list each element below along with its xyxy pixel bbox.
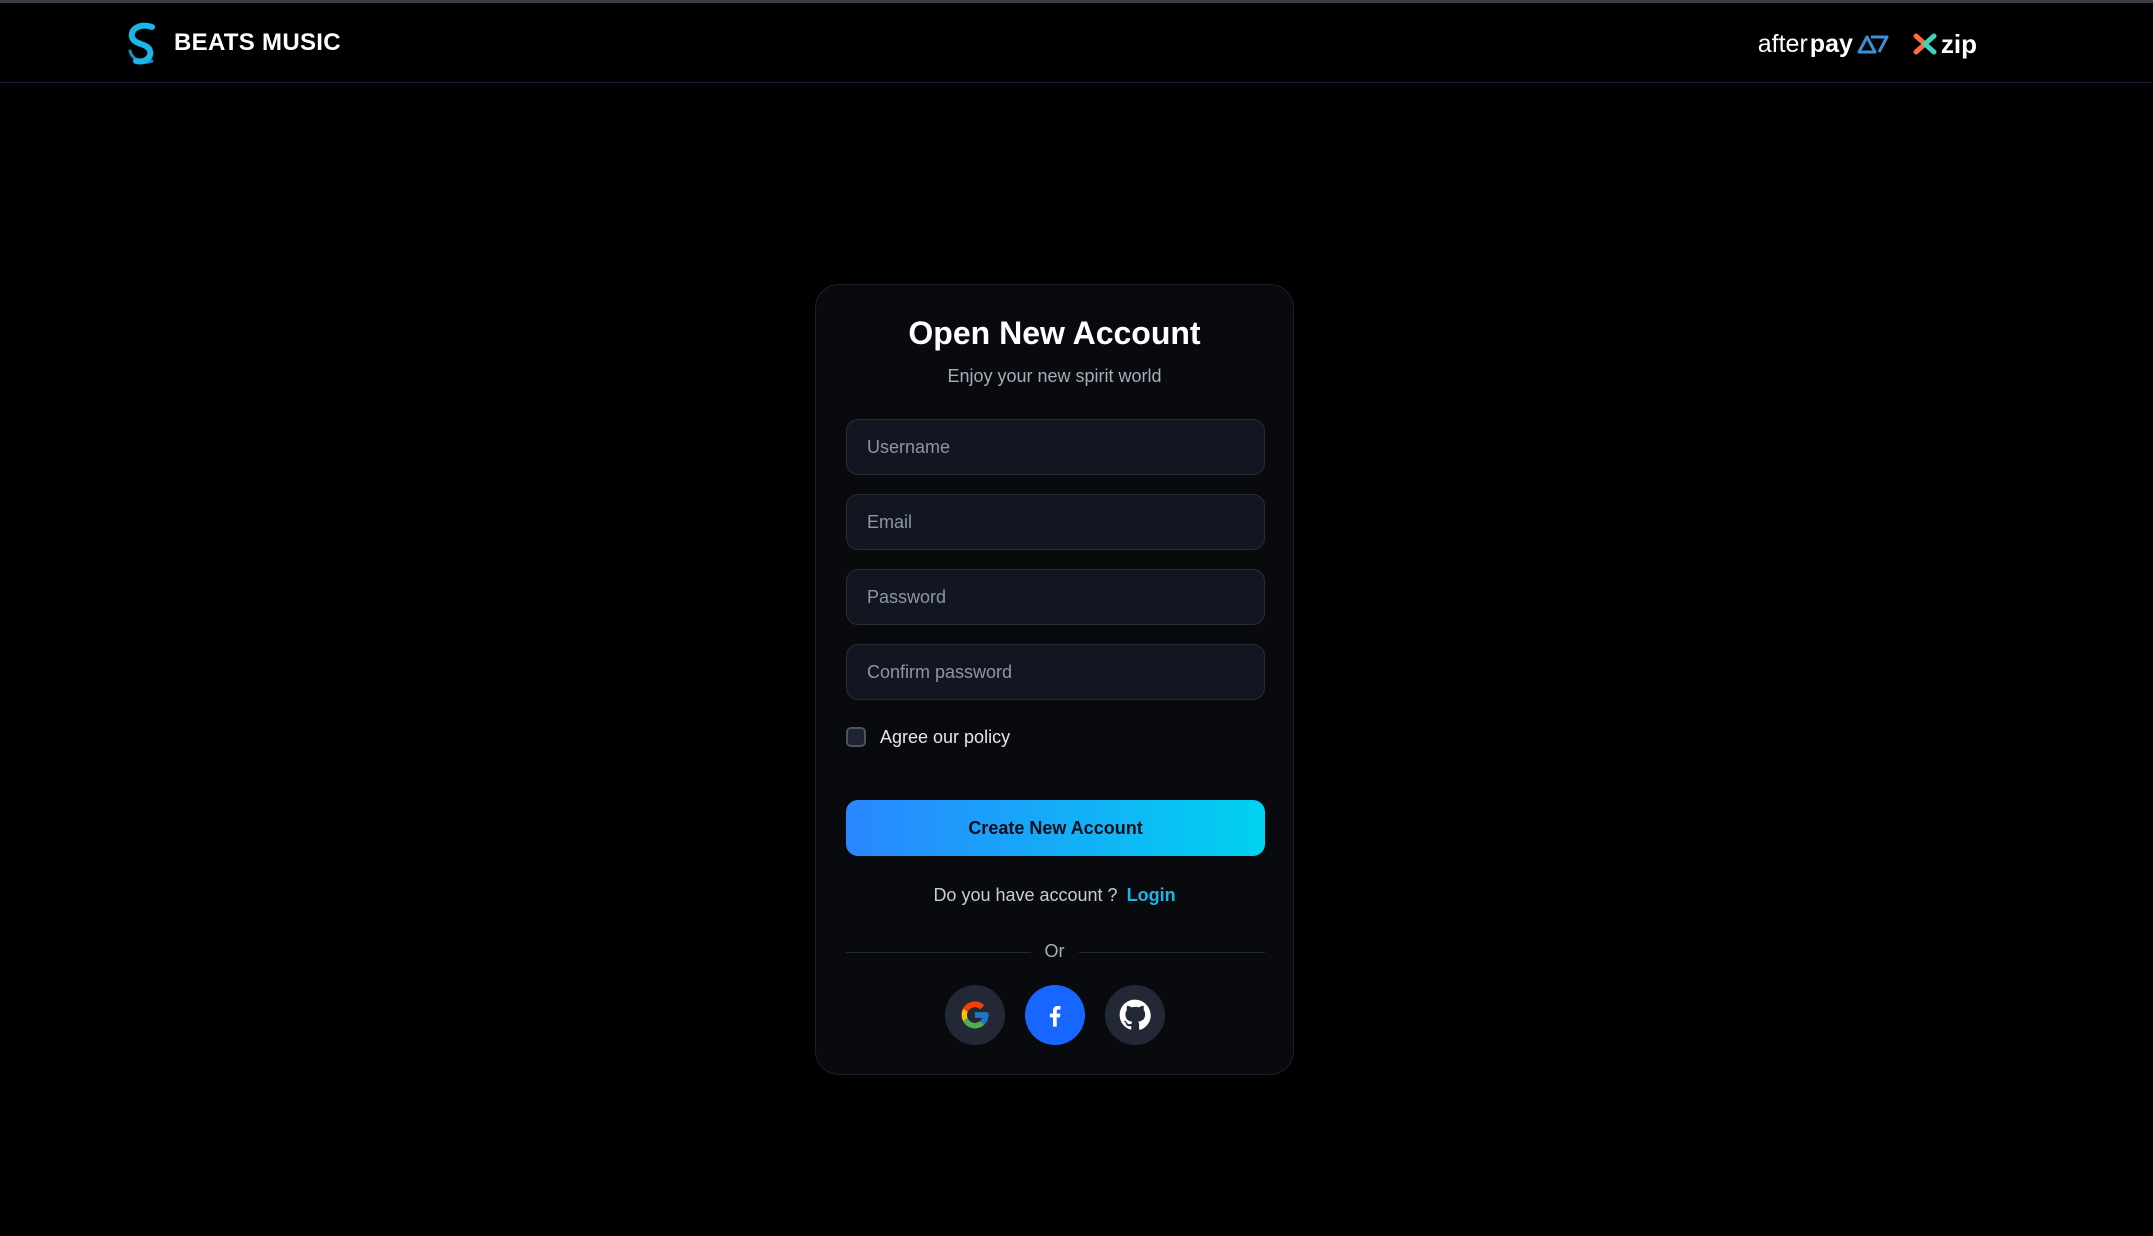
zip-label: zip [1940, 28, 1977, 59]
page-title: Open New Account [908, 315, 1201, 351]
email-input[interactable] [846, 494, 1265, 550]
zip-logo: zip [1913, 29, 1977, 60]
social-login-row [816, 985, 1293, 1045]
divider: Or [816, 941, 1293, 962]
confirm-password-input[interactable] [846, 644, 1265, 700]
signup-card: Open New Account Enjoy your new spirit w… [815, 284, 1294, 1075]
login-link[interactable]: Login [1127, 885, 1176, 905]
afterpay-logo: after pay [1758, 30, 1889, 59]
create-account-button[interactable]: Create New Account [846, 800, 1265, 856]
username-input[interactable] [846, 419, 1265, 475]
afterpay-suffix: pay [1809, 29, 1853, 58]
google-login-button[interactable] [944, 985, 1005, 1045]
agree-policy-checkbox[interactable] [846, 727, 866, 747]
password-input[interactable] [846, 569, 1265, 625]
facebook-login-button[interactable] [1024, 985, 1085, 1045]
payment-partners: after pay zip [1758, 27, 1977, 61]
brand-name: BEATS MUSIC [174, 29, 341, 56]
site-header: BEATS MUSIC after pay zip [0, 3, 2153, 83]
afterpay-prefix: after [1757, 29, 1808, 58]
page-subtitle: Enjoy your new spirit world [947, 366, 1162, 386]
policy-row: Agree our policy [846, 725, 1010, 749]
login-prompt-row: Do you have account ? Login [816, 885, 1293, 906]
github-login-button[interactable] [1104, 985, 1165, 1045]
google-icon [961, 1001, 988, 1029]
divider-text: Or [1030, 941, 1079, 961]
facebook-icon [1049, 1006, 1060, 1027]
beats-music-logo-icon [128, 22, 155, 65]
agree-policy-label[interactable]: Agree our policy [880, 727, 1010, 748]
afterpay-arrows-icon [1857, 35, 1889, 54]
brand[interactable]: BEATS MUSIC [122, 21, 341, 65]
github-icon [1119, 999, 1151, 1030]
zip-brand-icon [1913, 33, 1937, 55]
login-prompt-text: Do you have account ? [933, 885, 1118, 905]
